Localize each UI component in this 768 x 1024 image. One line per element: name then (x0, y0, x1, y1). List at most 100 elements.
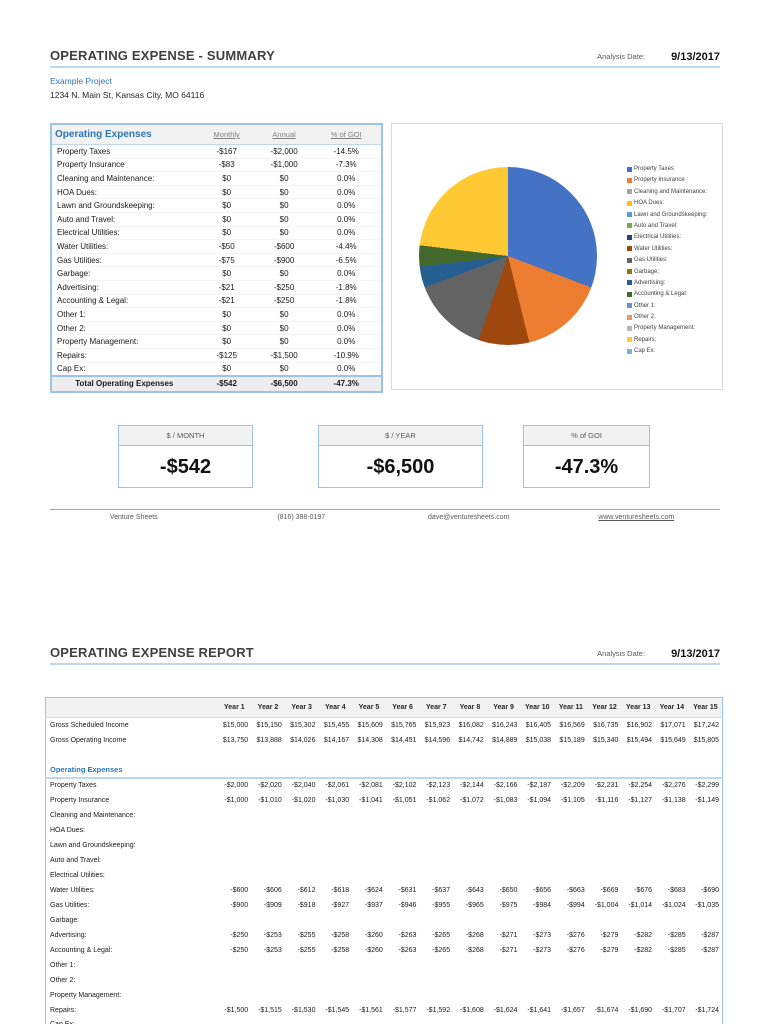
expense-row-value: -$250 (256, 294, 312, 309)
expense-row-value: -$125 (196, 348, 257, 363)
report-row-value (554, 958, 588, 973)
report-row-value (520, 1018, 554, 1024)
expense-row-value: $0 (196, 321, 257, 336)
report-year-header: Year 10 (520, 697, 555, 718)
expense-row-value: $0 (256, 212, 312, 227)
report-row-value: -$1,138 (661, 796, 686, 804)
report-row-value: -$2,144 (460, 782, 484, 789)
footer-phone: (816) 388-0197 (277, 514, 326, 521)
expense-row-value: -$21 (196, 294, 257, 309)
expense-total-row: Total Operating Expenses -$542 -$6,500 -… (51, 374, 382, 392)
col-header-annual: Annual (256, 124, 312, 145)
legend-label: Accounting & Legal: (634, 291, 688, 298)
report-row-value (621, 808, 655, 823)
expense-row-value: 0.0% (311, 334, 382, 349)
report-row-value (554, 808, 588, 823)
report-row-value (251, 808, 285, 823)
report-row-value: -$965 (465, 901, 484, 909)
report-year-header: Year 15 (688, 697, 723, 718)
legend-swatch-icon (627, 257, 632, 263)
report-row-value: -$663 (566, 886, 585, 894)
report-row-value: $14,308 (357, 736, 383, 744)
report-row-value: -$1,030 (325, 796, 350, 804)
report-row-value (655, 808, 689, 823)
report-year-header: Year 3 (284, 697, 319, 718)
expense-row: Lawn and Groundskeeping: $0 $0 0.0% (51, 198, 382, 213)
expense-row-value: $0 (256, 171, 312, 186)
report-row-value (487, 1018, 521, 1024)
report-row-value (487, 838, 521, 853)
report-row-value (352, 868, 386, 883)
project-name-link[interactable]: Example Project (50, 76, 112, 86)
report-row-label: Other 2: (50, 976, 76, 984)
report-row-value: -$253 (263, 946, 282, 954)
report-row-value: $14,596 (424, 736, 451, 744)
report-row-value: -$287 (701, 931, 719, 939)
report-row-value (487, 958, 521, 973)
report-row-value: -$285 (667, 931, 686, 939)
report-row-value (689, 973, 723, 988)
footer-email-link[interactable]: dave@venturesheets.com (385, 514, 553, 521)
report-row-value: -$2,187 (527, 782, 552, 789)
report-row-value (487, 868, 521, 883)
legend-swatch-icon (627, 246, 632, 252)
report-row-value (218, 958, 252, 973)
report-row-value: -$263 (398, 946, 417, 954)
report-header: OPERATING EXPENSE REPORT Analysis Date: … (50, 645, 720, 665)
report-row-value: -$276 (566, 931, 585, 939)
report-row-value (588, 958, 622, 973)
pie-chart (419, 167, 597, 345)
report-row-value: $15,038 (525, 736, 552, 744)
report-row-value: -$1,149 (695, 796, 719, 804)
metric-year-label: $ / YEAR (319, 426, 482, 446)
total-annual: -$6,500 (256, 374, 312, 392)
report-data-row: Electrical Utilities: (46, 868, 723, 883)
report-row-value: -$676 (634, 886, 653, 894)
report-row-value (218, 1018, 252, 1024)
report-row-value (655, 973, 689, 988)
report-row-value (218, 988, 252, 1003)
report-row-value: -$271 (499, 931, 518, 939)
metric-box-goi: % of GOI -47.3% (523, 425, 650, 488)
report-row-label: Auto and Travel: (50, 856, 101, 864)
report-row-value (386, 988, 420, 1003)
total-monthly: -$542 (196, 374, 257, 392)
report-row-value: -$263 (398, 931, 417, 939)
expense-row: Other 1: $0 $0 0.0% (51, 307, 382, 322)
footer-website-link[interactable]: www.venturesheets.com (553, 514, 721, 521)
legend-item: HOA Dues: (627, 200, 707, 206)
report-row-value (419, 748, 453, 763)
report-row-value (453, 808, 487, 823)
report-row-value: -$606 (263, 886, 282, 894)
report-row-value (218, 973, 252, 988)
legend-label: Property Taxes (634, 166, 674, 172)
report-table-body: Gross Scheduled Income $15,000 $15,150 $15,… (45, 718, 723, 1024)
report-row-value: -$273 (533, 931, 552, 939)
report-data-row: Water Utilities: -$600 -$606 -$612 -$618 -$62… (46, 883, 723, 898)
report-data-row: Cleaning and Maintenance: (46, 808, 723, 823)
report-data-row: Accounting & Legal: -$250 -$253 -$255 -$258 -… (46, 943, 723, 958)
report-year-header: Year 13 (621, 697, 656, 718)
report-row-value (318, 1018, 352, 1024)
expense-row-label: Other 1: (51, 307, 197, 322)
legend-label: Other 1: (634, 302, 656, 309)
metric-box-month: $ / MONTH -$542 (118, 425, 253, 488)
expense-row-value: $0 (196, 226, 257, 241)
report-row-value (689, 958, 723, 973)
report-analysis-date-value: 9/13/2017 (671, 648, 720, 660)
report-row-value (386, 823, 420, 838)
report-data-row: Cap Ex: (46, 1018, 723, 1024)
report-row-value: $14,167 (323, 736, 350, 744)
report-row-value (487, 973, 521, 988)
report-row-value (453, 748, 487, 763)
report-row-value (318, 853, 352, 868)
report-row-value (487, 808, 521, 823)
expense-row: Electrical Utilities: $0 $0 0.0% (51, 226, 382, 241)
report-row-value (352, 973, 386, 988)
report-year-header: Year 7 (419, 697, 454, 718)
report-row-value: -$2,061 (325, 782, 350, 789)
report-row-value: -$984 (533, 901, 552, 909)
report-row-value (453, 913, 487, 928)
report-row-value (386, 853, 420, 868)
total-pct: -47.3% (311, 374, 382, 392)
